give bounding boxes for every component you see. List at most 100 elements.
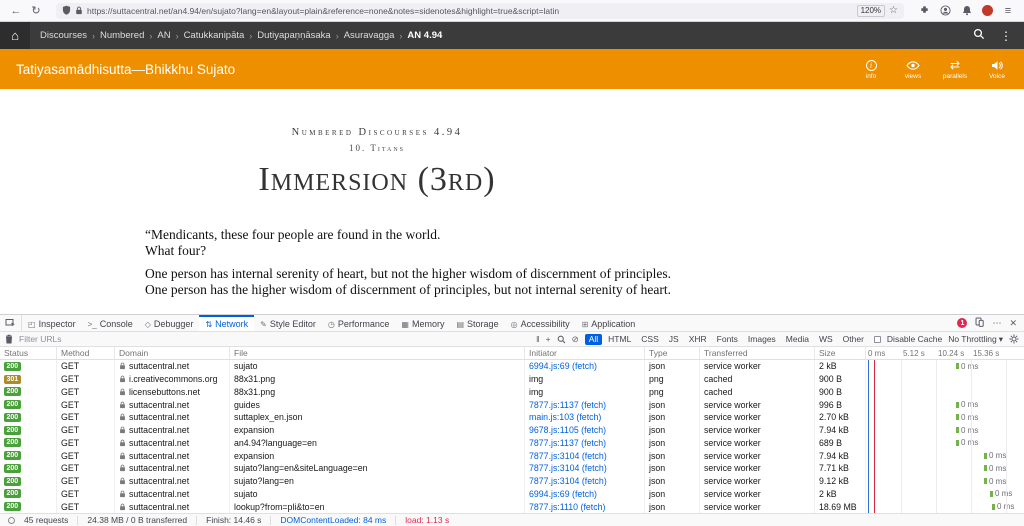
initiator-link[interactable]: 7877.js:1110 (fetch) xyxy=(529,502,605,512)
back-button[interactable]: ← xyxy=(8,1,24,21)
filter-pill-css[interactable]: CSS xyxy=(637,334,662,345)
tab-inspector[interactable]: ◰ Inspector xyxy=(22,315,82,331)
network-request-row[interactable]: 200 GET suttacentral.net expansion 9678.js:1… xyxy=(0,423,1024,437)
network-request-row[interactable]: 200 GET suttacentral.net sujato?lang=en 7877… xyxy=(0,474,1024,488)
initiator-link[interactable]: 9678.js:1105 (fetch) xyxy=(529,425,606,435)
filter-pill-images[interactable]: Images xyxy=(744,334,780,345)
pause-recording-icon[interactable]: ‖ xyxy=(536,334,540,344)
filter-pill-ws[interactable]: WS xyxy=(815,334,837,345)
network-request-row[interactable]: 200 GET suttacentral.net lookup?from=pli&to… xyxy=(0,500,1024,513)
profile-avatar[interactable] xyxy=(979,5,996,16)
tab-performance[interactable]: ◷ Performance xyxy=(322,315,396,331)
reload-button[interactable]: ↻ xyxy=(28,1,44,21)
domain-cell: suttacentral.net xyxy=(115,487,230,501)
network-settings-gear-icon[interactable] xyxy=(1009,334,1019,344)
initiator-link[interactable]: main.js:103 (fetch) xyxy=(529,412,601,422)
search-requests-icon[interactable] xyxy=(557,335,566,344)
toolbar-action-parallels[interactable]: ⇄ parallels xyxy=(942,59,968,80)
initiator-link[interactable]: 6994.js:69 (fetch) xyxy=(529,489,597,499)
tab-storage[interactable]: ▤ Storage xyxy=(450,315,504,331)
devtools-close-icon[interactable]: ✕ xyxy=(1009,318,1017,329)
toolbar-action-info[interactable]: i info xyxy=(858,59,884,80)
filter-pill-xhr[interactable]: XHR xyxy=(685,334,711,345)
breadcrumb-item[interactable]: Dutiyapaṇṇāsaka xyxy=(257,30,330,41)
network-request-row[interactable]: 200 GET licensebuttons.net 88x31.png img png c… xyxy=(0,385,1024,399)
pick-element-icon[interactable] xyxy=(0,315,22,331)
tab-network[interactable]: ⇅ Network xyxy=(199,315,255,331)
column-header-size[interactable]: Size xyxy=(815,347,866,359)
initiator-link[interactable]: 6994.js:69 (fetch) xyxy=(529,361,597,371)
throttling-dropdown[interactable]: No Throttling ▾ xyxy=(948,334,1003,345)
column-header-file[interactable]: File xyxy=(230,347,525,359)
filter-urls-input[interactable] xyxy=(19,333,531,345)
network-request-row[interactable]: 200 GET suttacentral.net sujato?lang=en&sit… xyxy=(0,462,1024,475)
devtools-options-icon[interactable]: ⋯ xyxy=(992,318,1001,329)
filter-pill-html[interactable]: HTML xyxy=(604,334,635,345)
breadcrumb-item[interactable]: Discourses xyxy=(40,30,87,41)
zoom-level[interactable]: 120% xyxy=(856,4,886,17)
network-request-row[interactable]: 200 GET suttacentral.net guides 7877.js:1137… xyxy=(0,398,1024,411)
column-header-initiator[interactable]: Initiator xyxy=(525,347,645,359)
initiator-link[interactable]: 7877.js:3104 (fetch) xyxy=(529,476,607,486)
tab-memory[interactable]: ▦ Memory xyxy=(395,315,450,331)
request-blocking-icon[interactable]: ⊘ xyxy=(572,334,579,345)
filter-pill-fonts[interactable]: Fonts xyxy=(713,334,742,345)
network-request-row[interactable]: 301 GET i.creativecommons.org 88x31.png img p… xyxy=(0,372,1024,386)
kebab-menu-icon[interactable]: ⋮ xyxy=(1000,29,1012,43)
search-icon[interactable] xyxy=(973,27,985,45)
breadcrumb-item[interactable]: AN xyxy=(157,30,170,41)
initiator-link[interactable]: 7877.js:3104 (fetch) xyxy=(529,451,607,461)
breadcrumb-item[interactable]: Catukkanipāta xyxy=(184,30,245,41)
tab-debugger[interactable]: ◇ Debugger xyxy=(139,315,200,331)
waterfall-cell: 0 ms xyxy=(866,500,1024,513)
filter-pill-media[interactable]: Media xyxy=(782,334,813,345)
url-bar[interactable]: https://suttacentral.net/an4.94/en/sujat… xyxy=(56,2,904,20)
filter-pill-all[interactable]: All xyxy=(584,333,603,345)
toolbar-action-voice[interactable]: Voice xyxy=(984,59,1010,80)
tab-application[interactable]: ⊞ Application xyxy=(576,315,642,331)
size-cell: 996 B xyxy=(815,398,866,411)
tracking-shield-icon[interactable] xyxy=(62,2,71,20)
request-time: 0 ms xyxy=(989,476,1007,486)
clear-requests-icon[interactable] xyxy=(5,334,13,344)
bookmark-star-icon[interactable]: ☆ xyxy=(889,4,898,18)
network-request-row[interactable]: 200 GET suttacentral.net expansion 7877.js:3… xyxy=(0,449,1024,462)
toolbar-action-views[interactable]: views xyxy=(900,59,926,80)
home-button[interactable]: ⌂ xyxy=(0,22,30,49)
breadcrumb-separator: › xyxy=(249,30,253,41)
extensions-icon[interactable] xyxy=(916,5,933,16)
app-menu-icon[interactable]: ≡ xyxy=(1000,1,1016,21)
breadcrumb-item[interactable]: Asuravagga xyxy=(344,30,395,41)
initiator-link[interactable]: 7877.js:3104 (fetch) xyxy=(529,463,607,473)
network-request-row[interactable]: 200 GET suttacentral.net sujato 6994.js:69 (… xyxy=(0,487,1024,501)
initiator-link[interactable]: 7877.js:1137 (fetch) xyxy=(529,438,606,448)
network-request-row[interactable]: 200 GET suttacentral.net suttaplex_en.json m… xyxy=(0,411,1024,424)
initiator-link[interactable]: 7877.js:1137 (fetch) xyxy=(529,400,606,410)
lock-icon[interactable] xyxy=(75,2,83,20)
column-header-type[interactable]: Type xyxy=(645,347,700,359)
network-request-row[interactable]: 200 GET suttacentral.net an4.94?language=en… xyxy=(0,436,1024,450)
waterfall-header[interactable]: 0 ms 5.12 s 10.24 s 15.36 s xyxy=(866,347,1024,359)
filter-pill-js[interactable]: JS xyxy=(665,334,683,345)
network-request-row[interactable]: 200 GET suttacentral.net sujato 6994.js:69 (… xyxy=(0,360,1024,373)
breadcrumb-item[interactable]: Numbered xyxy=(100,30,144,41)
tab-style-editor[interactable]: ✎ Style Editor xyxy=(254,315,322,331)
filter-pill-other[interactable]: Other xyxy=(839,334,868,345)
column-header-transferred[interactable]: Transferred xyxy=(700,347,815,359)
tab-console[interactable]: >_ Console xyxy=(82,315,139,331)
debugger-icon: ◇ xyxy=(144,319,151,329)
responsive-design-icon[interactable] xyxy=(975,317,985,329)
tab-accessibility[interactable]: ◎ Accessibility xyxy=(505,315,576,331)
disable-cache-label[interactable]: Disable Cache xyxy=(887,334,942,344)
column-header-method[interactable]: Method xyxy=(57,347,115,359)
error-count-badge[interactable]: 1 xyxy=(957,318,968,328)
column-header-status[interactable]: Status xyxy=(0,347,57,359)
performance-analysis-icon[interactable] xyxy=(8,516,15,524)
column-header-domain[interactable]: Domain xyxy=(115,347,230,359)
sutta-paragraphs: “Mendicants, these four people are found… xyxy=(145,227,785,297)
disable-cache-checkbox[interactable] xyxy=(873,335,881,343)
new-request-icon[interactable]: + xyxy=(546,334,551,344)
account-icon[interactable] xyxy=(937,5,954,16)
notifications-bell-icon[interactable] xyxy=(958,5,975,16)
size-cell: 900 B xyxy=(815,372,866,386)
